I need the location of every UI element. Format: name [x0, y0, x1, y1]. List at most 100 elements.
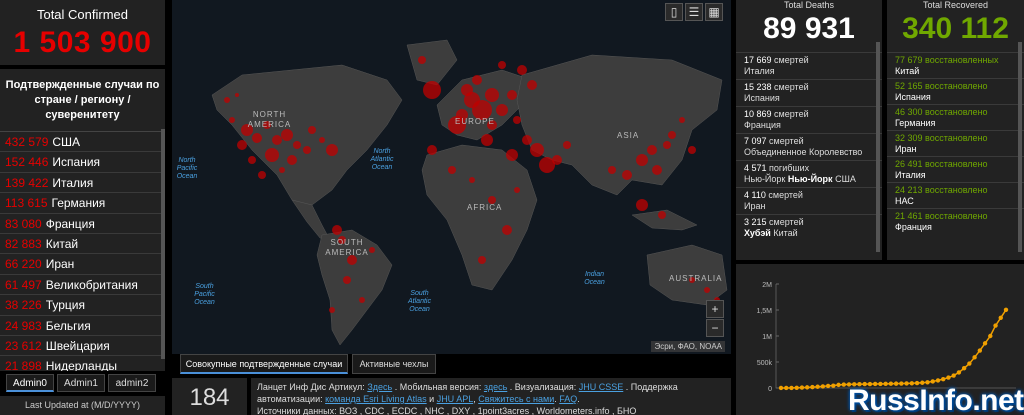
- case-marker[interactable]: [507, 90, 517, 100]
- case-marker[interactable]: [668, 131, 676, 139]
- country-list-item[interactable]: 23 612 Швейцария: [0, 336, 165, 357]
- deaths-list-item[interactable]: 3 215 смертей Хубэй Китай: [736, 214, 882, 241]
- country-list-item[interactable]: 139 422 Италия: [0, 173, 165, 194]
- case-marker[interactable]: [423, 81, 441, 99]
- chart-point[interactable]: [820, 384, 826, 389]
- case-marker[interactable]: [517, 65, 527, 75]
- deaths-list-item[interactable]: 7 097 смертей Объединенное Королевство: [736, 133, 882, 160]
- country-list-item[interactable]: 24 983 Бельгия: [0, 316, 165, 336]
- chart-point[interactable]: [836, 382, 841, 388]
- case-marker[interactable]: [636, 199, 648, 211]
- case-marker[interactable]: [427, 145, 437, 155]
- country-list-item[interactable]: 38 226 Турция: [0, 295, 165, 316]
- chart-point[interactable]: [815, 384, 820, 389]
- case-marker[interactable]: [563, 141, 571, 149]
- country-list-item[interactable]: 113 615 Германия: [0, 193, 165, 214]
- case-marker[interactable]: [235, 93, 239, 97]
- case-marker[interactable]: [522, 135, 532, 145]
- tab-cumulative-confirmed[interactable]: Совокупные подтвержденные случаи: [180, 354, 348, 374]
- case-marker[interactable]: [279, 167, 285, 173]
- chart-point[interactable]: [799, 385, 805, 390]
- chart-point[interactable]: [956, 370, 962, 375]
- article-link[interactable]: Здесь: [367, 382, 392, 392]
- deaths-scrollbar[interactable]: [876, 42, 880, 252]
- case-marker[interactable]: [469, 177, 475, 183]
- case-marker[interactable]: [237, 140, 247, 150]
- case-marker[interactable]: [224, 97, 230, 103]
- case-marker[interactable]: [343, 276, 351, 284]
- case-marker[interactable]: [647, 145, 657, 155]
- faq-link[interactable]: FAQ: [559, 394, 577, 404]
- qr-code-icon[interactable]: ▦: [705, 3, 723, 21]
- chart-point[interactable]: [951, 373, 956, 378]
- bookmark-icon[interactable]: ▯: [665, 3, 683, 21]
- case-marker[interactable]: [498, 61, 506, 69]
- deaths-list-item[interactable]: 17 669 смертей Италия: [736, 52, 882, 79]
- recovered-list-item[interactable]: 21 461 восстановлено Франция: [887, 208, 1024, 234]
- case-marker[interactable]: [303, 146, 311, 154]
- case-marker[interactable]: [326, 144, 338, 156]
- case-marker[interactable]: [281, 129, 293, 141]
- chart-point[interactable]: [1003, 307, 1009, 312]
- case-marker[interactable]: [496, 104, 508, 116]
- recovered-list-item[interactable]: 52 165 восстановлено Испания: [887, 78, 1024, 104]
- case-marker[interactable]: [308, 126, 316, 134]
- deaths-list-item[interactable]: 10 869 смертей Франция: [736, 106, 882, 133]
- chart-point[interactable]: [946, 375, 951, 380]
- case-marker[interactable]: [461, 84, 473, 96]
- case-marker[interactable]: [287, 155, 297, 165]
- recovered-list-item[interactable]: 77 679 восстановленных Китай: [887, 52, 1024, 78]
- tab-admin1[interactable]: Admin1: [57, 374, 105, 392]
- country-list-item[interactable]: 61 497 Великобритания: [0, 275, 165, 296]
- case-marker[interactable]: [502, 225, 512, 235]
- case-marker[interactable]: [319, 137, 325, 143]
- chart-point[interactable]: [930, 379, 935, 384]
- case-marker[interactable]: [229, 117, 235, 123]
- case-marker[interactable]: [652, 165, 662, 175]
- mobile-link[interactable]: здесь: [484, 382, 507, 392]
- chart-point[interactable]: [935, 378, 941, 383]
- chart-point[interactable]: [825, 383, 831, 389]
- recovered-list-item[interactable]: 46 300 восстановлено Германия: [887, 104, 1024, 130]
- chart-point[interactable]: [961, 366, 967, 371]
- case-marker[interactable]: [663, 141, 671, 149]
- deaths-list-item[interactable]: 4 571 погибших Нью-Йорк Нью-Йорк США: [736, 160, 882, 187]
- chart-point[interactable]: [993, 323, 998, 328]
- case-marker[interactable]: [658, 211, 666, 219]
- tab-active-cases[interactable]: Активные чехлы: [352, 354, 436, 374]
- country-list-item[interactable]: 82 883 Китай: [0, 234, 165, 255]
- case-marker[interactable]: [332, 225, 342, 235]
- case-marker[interactable]: [679, 117, 685, 123]
- esri-link[interactable]: команда Esri Living Atlas: [325, 394, 427, 404]
- world-map[interactable]: NORTH AMERICA SOUTH AMERICA EUROPE AFRIC…: [172, 0, 731, 354]
- case-marker[interactable]: [704, 287, 710, 293]
- recovered-list-item[interactable]: 24 213 восстановлено НАС: [887, 182, 1024, 208]
- contact-link[interactable]: Свяжитесь с нами: [478, 394, 554, 404]
- case-marker[interactable]: [272, 135, 282, 145]
- case-marker[interactable]: [478, 256, 486, 264]
- chart-point[interactable]: [831, 383, 836, 388]
- deaths-list-item[interactable]: 4 110 смертей Иран: [736, 187, 882, 214]
- case-marker[interactable]: [513, 116, 521, 124]
- chart-point[interactable]: [789, 385, 794, 391]
- case-marker[interactable]: [329, 307, 335, 313]
- country-list-item[interactable]: 21 898 Нидерланды: [0, 356, 165, 371]
- case-marker[interactable]: [485, 88, 499, 102]
- case-marker[interactable]: [514, 187, 520, 193]
- recovered-scrollbar[interactable]: [1018, 42, 1022, 252]
- chart-point[interactable]: [841, 382, 846, 387]
- chart-point[interactable]: [972, 355, 977, 360]
- case-marker[interactable]: [608, 166, 616, 174]
- case-marker[interactable]: [359, 297, 365, 303]
- zoom-in-button[interactable]: +: [706, 300, 724, 318]
- chart-point[interactable]: [967, 361, 972, 366]
- chart-point[interactable]: [998, 315, 1003, 320]
- case-marker[interactable]: [248, 156, 256, 164]
- case-marker[interactable]: [418, 56, 426, 64]
- chart-point[interactable]: [988, 333, 993, 339]
- chart-point[interactable]: [804, 385, 810, 390]
- case-marker[interactable]: [448, 166, 456, 174]
- zoom-out-button[interactable]: −: [706, 319, 724, 337]
- jhu-apl-link[interactable]: JHU APL: [437, 394, 474, 404]
- country-list-item[interactable]: 83 080 Франция: [0, 214, 165, 234]
